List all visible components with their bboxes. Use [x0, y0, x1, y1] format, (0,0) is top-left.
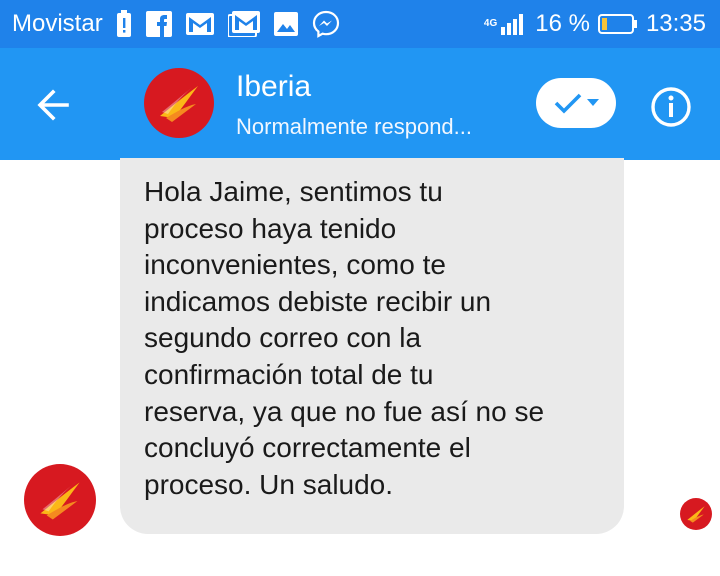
seen-indicator-avatar [680, 498, 712, 530]
messenger-icon [312, 10, 340, 38]
signal-icon [501, 13, 527, 35]
network-type: 4G [483, 18, 498, 29]
system-status: 4G 16 % 13:35 [484, 10, 706, 38]
checkmark-icon [554, 93, 582, 114]
contact-avatar[interactable] [144, 68, 214, 138]
iberia-logo-icon [24, 464, 96, 536]
info-icon [651, 87, 691, 127]
arrow-left-icon [37, 89, 69, 121]
sender-avatar[interactable] [24, 464, 96, 536]
status-bar: Movistar 4G 16 % 13:35 [0, 0, 720, 48]
iberia-logo-icon [144, 68, 214, 138]
chevron-down-icon [587, 99, 599, 106]
contact-status: Normalmente respond... [236, 114, 472, 139]
battery-alert-icon [116, 10, 132, 38]
battery-icon [597, 13, 638, 35]
gallery-icon [274, 12, 298, 36]
notification-icons [116, 9, 340, 39]
message-bubble[interactable]: Hola Jaime, sentimos tu proceso haya ten… [120, 158, 624, 534]
battery-percent: 16 % [535, 10, 590, 37]
message-text: Hola Jaime, sentimos tu proceso haya ten… [144, 176, 545, 500]
conversation-header: Iberia Normalmente respond... [0, 48, 720, 160]
clock: 13:35 [645, 10, 706, 37]
carrier-label: Movistar [12, 10, 103, 37]
checkmark-dropdown-button[interactable] [536, 78, 616, 128]
contact-name[interactable]: Iberia [236, 70, 311, 104]
gmail-icon [228, 11, 260, 37]
info-button[interactable] [650, 86, 692, 128]
gmail-icon [186, 13, 214, 35]
facebook-icon [146, 11, 172, 37]
back-button[interactable] [28, 80, 78, 130]
iberia-logo-icon [680, 498, 712, 530]
